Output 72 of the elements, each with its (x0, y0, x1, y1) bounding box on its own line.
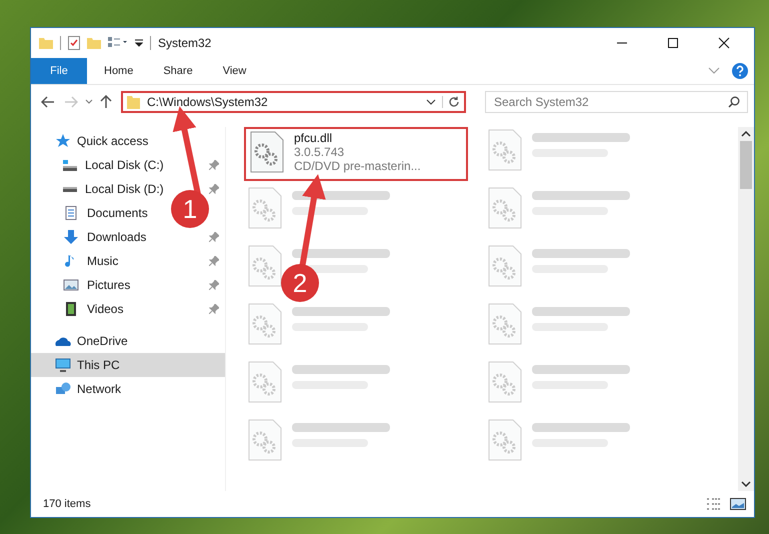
ribbon-tab[interactable]: Share (150, 58, 206, 84)
view-options-icon[interactable] (108, 37, 128, 49)
file-detail: CD/DVD pre-masterin... (294, 159, 421, 173)
star-icon (55, 134, 71, 148)
gear-file-icon (248, 419, 282, 461)
pin-icon[interactable] (209, 184, 219, 194)
document-icon (63, 206, 79, 220)
pin-icon[interactable] (209, 304, 219, 314)
ribbon-tab[interactable]: Home (91, 58, 146, 84)
folder-icon[interactable] (39, 37, 53, 49)
ribbon-tab[interactable]: View (210, 58, 260, 84)
gear-file-icon (248, 303, 282, 345)
scrollbar[interactable] (738, 127, 754, 491)
pin-icon[interactable] (209, 256, 219, 266)
refresh-icon[interactable] (442, 96, 460, 108)
file-detail: 3.0.5.743 (294, 145, 346, 159)
file-name: pfcu.dll (294, 131, 334, 145)
drive-icon (63, 160, 77, 170)
gear-file-icon (488, 303, 522, 345)
window-title: System32 (158, 36, 212, 50)
sidebar-item[interactable]: Quick access (31, 129, 225, 153)
gear-file-icon (250, 131, 284, 173)
pin-icon[interactable] (209, 280, 219, 290)
chevron-down-icon[interactable] (708, 67, 720, 75)
drive-icon (63, 186, 77, 192)
gear-file-icon (248, 245, 282, 287)
pin-icon[interactable] (209, 232, 219, 242)
address-bar[interactable]: C:\Windows\System32 (121, 91, 466, 113)
scroll-down-icon[interactable] (741, 481, 751, 487)
picture-icon (63, 278, 79, 292)
gear-file-icon (248, 361, 282, 403)
maximize-icon[interactable] (667, 37, 679, 49)
checklist-icon[interactable] (68, 36, 80, 50)
search-icon (728, 96, 740, 108)
gear-file-icon (488, 129, 522, 171)
folder-icon[interactable] (87, 37, 101, 49)
customize-dropdown-icon[interactable] (135, 39, 143, 47)
film-icon (63, 302, 79, 316)
pin-icon[interactable] (209, 160, 219, 170)
scroll-thumb[interactable] (740, 141, 752, 189)
gear-file-icon (488, 245, 522, 287)
gear-file-icon (488, 187, 522, 229)
sidebar-item[interactable]: This PC (31, 353, 225, 377)
file-item[interactable]: pfcu.dll 3.0.5.743 CD/DVD pre-masterin... (244, 127, 468, 181)
sidebar-item[interactable]: Network (31, 377, 225, 401)
monitor-icon (55, 358, 71, 372)
item-count: 170 items (43, 498, 91, 510)
back-arrow-icon[interactable] (41, 96, 55, 108)
details-view-icon[interactable] (706, 497, 722, 511)
dropdown-caret-icon[interactable] (426, 99, 436, 105)
sidebar-item[interactable]: Pictures (85, 276, 132, 294)
ribbon-tab[interactable]: File (31, 58, 87, 84)
large-icons-view-icon[interactable] (730, 497, 746, 511)
download-arrow-icon (63, 230, 79, 244)
gear-file-icon (488, 419, 522, 461)
address-path: C:\Windows\System32 (147, 95, 269, 109)
up-arrow-icon[interactable] (100, 95, 112, 109)
folder-icon (127, 95, 141, 109)
close-icon[interactable] (718, 37, 730, 49)
sidebar-item[interactable]: Music (85, 252, 120, 270)
sidebar-item[interactable]: Documents (85, 204, 150, 222)
sidebar-item[interactable]: Videos (85, 300, 126, 318)
gear-file-icon (248, 187, 282, 229)
help-icon[interactable] (732, 63, 748, 79)
sidebar-item[interactable]: Downloads (85, 228, 148, 246)
gear-file-icon (488, 361, 522, 403)
sidebar-item[interactable]: Local Disk (D:) (83, 180, 166, 198)
recent-dropdown-icon[interactable] (85, 99, 93, 105)
sidebar-item[interactable]: Local Disk (C:) (83, 156, 166, 174)
search-field[interactable]: Search System32 (485, 91, 748, 113)
sidebar-item[interactable]: OneDrive (31, 329, 225, 353)
scroll-up-icon[interactable] (741, 131, 751, 137)
